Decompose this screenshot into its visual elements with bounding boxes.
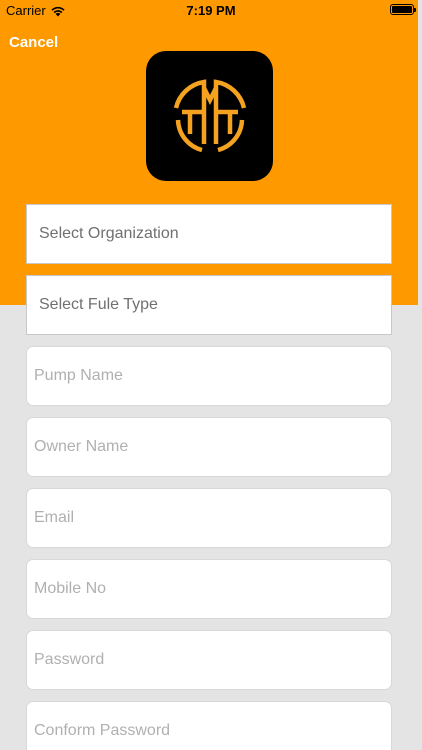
fuel-type-select-label: Select Fule Type	[39, 296, 158, 313]
email-field[interactable]: Email	[26, 488, 392, 548]
mobile-field[interactable]: Mobile No	[26, 559, 392, 619]
register-screen: Carrier 7:19 PM Cancel Select Organizati…	[0, 0, 422, 750]
owner-name-field[interactable]: Owner Name	[26, 417, 392, 477]
organization-select-label: Select Organization	[39, 225, 179, 242]
logo-mark	[173, 79, 246, 153]
app-logo-icon	[146, 51, 273, 181]
organization-select[interactable]: Select Organization	[26, 204, 392, 264]
status-bar: Carrier 7:19 PM	[0, 0, 422, 22]
password-field[interactable]: Password	[26, 630, 392, 690]
status-time: 7:19 PM	[186, 3, 236, 18]
email-placeholder: Email	[34, 509, 75, 526]
confirm-password-field[interactable]: Conform Password	[26, 701, 392, 750]
battery-icon	[390, 4, 416, 15]
pump-name-field[interactable]: Pump Name	[26, 346, 392, 406]
confirm-password-placeholder: Conform Password	[34, 722, 171, 739]
mobile-placeholder: Mobile No	[34, 580, 107, 597]
pump-name-placeholder: Pump Name	[34, 367, 123, 384]
battery-level	[392, 6, 412, 13]
cancel-button[interactable]: Cancel	[9, 34, 58, 51]
owner-name-placeholder: Owner Name	[34, 438, 129, 455]
fuel-type-select[interactable]: Select Fule Type	[26, 275, 392, 335]
password-placeholder: Password	[34, 651, 105, 668]
